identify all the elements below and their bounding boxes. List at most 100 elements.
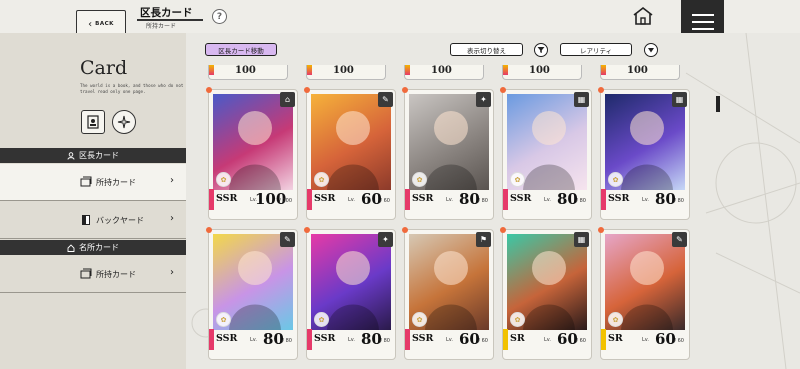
chevron-right-icon: ›	[170, 175, 174, 186]
rarity-strip	[503, 329, 508, 350]
card-max-level: / 60	[380, 198, 390, 204]
category-badge-icon: ▦	[672, 92, 687, 107]
attribute-icon: ✿	[216, 172, 231, 187]
sidebar-title: Card	[80, 57, 128, 79]
card-tile[interactable]: ✿ ✦ SSR Lv. 80/ 80	[402, 87, 494, 220]
card-tile[interactable]: ✿ ✎ SR Lv. 60/ 60	[598, 227, 690, 360]
section-header-landmark-cards: 名所カード	[0, 240, 186, 255]
card-max-level: / 80	[478, 198, 488, 204]
card-tile[interactable]: ✿ ▦ SR Lv. 60/ 60	[500, 227, 592, 360]
category-badge-icon: ✦	[378, 232, 393, 247]
card-tile[interactable]: ✿ ⚑ SSR Lv. 60/ 60	[402, 227, 494, 360]
rarity-strip	[405, 329, 410, 350]
filter-icon[interactable]	[534, 43, 548, 57]
card-level: 60	[557, 330, 578, 348]
card-stack-icon	[80, 176, 92, 187]
view-toggle-button[interactable]: 表示切り替え	[450, 43, 523, 56]
home-icon[interactable]	[632, 6, 654, 26]
card-level: 100	[235, 65, 256, 76]
card-rarity: SSR	[412, 333, 434, 344]
card-stack-icon	[80, 268, 92, 279]
card-rarity: SSR	[314, 193, 336, 204]
sidebar-item-label: 所持カード	[96, 178, 136, 187]
section-label: 名所カード	[79, 243, 119, 252]
rarity-strip	[307, 189, 312, 210]
new-dot	[206, 227, 212, 233]
card-grid-area[interactable]: 区長カード移動 表示切り替え レアリティ 100 100 100 100 100…	[186, 33, 800, 369]
rarity-strip	[307, 65, 312, 75]
sidebar-item-landmark-owned-cards[interactable]: 所持カード ›	[0, 256, 186, 293]
sidebar-item-owned-cards[interactable]: 所持カード ›	[0, 164, 186, 201]
rarity-strip	[307, 329, 312, 350]
back-label: BACK	[95, 21, 114, 27]
card-tile[interactable]: ✿ ▦ SSR Lv. 80/ 80	[598, 87, 690, 220]
chevron-left-icon: ‹	[88, 18, 93, 30]
move-cards-button[interactable]: 区長カード移動	[205, 43, 277, 56]
card-level: 80	[459, 190, 480, 208]
help-icon[interactable]: ?	[212, 9, 227, 24]
new-dot	[304, 227, 310, 233]
card-level: 80	[263, 330, 284, 348]
category-badge-icon: ✎	[378, 92, 393, 107]
level-label: Lv.	[446, 337, 453, 343]
sidebar-item-backyard[interactable]: バックヤード ›	[0, 202, 186, 239]
card-max-level-value: 80	[677, 198, 684, 204]
rarity-strip	[209, 189, 214, 210]
card-tile[interactable]: ✿ ✎ SSR Lv. 80/ 80	[206, 227, 298, 360]
card-holder-icon[interactable]	[81, 110, 105, 134]
card-max-level: / 60	[478, 338, 488, 344]
rarity-sort-select[interactable]: レアリティ	[560, 43, 632, 56]
new-dot	[206, 87, 212, 93]
compass-icon[interactable]	[112, 110, 136, 134]
rarity-strip	[209, 329, 214, 350]
card-max-level-value: 80	[383, 338, 390, 344]
level-label: Lv.	[348, 337, 355, 343]
chevron-right-icon: ›	[170, 267, 174, 278]
new-dot	[598, 227, 604, 233]
card-rarity: SSR	[412, 193, 434, 204]
page-title: 区長カード	[140, 7, 193, 19]
menu-line	[691, 27, 714, 30]
attribute-icon: ✿	[216, 312, 231, 327]
card-rarity: SSR	[216, 193, 238, 204]
new-dot	[402, 87, 408, 93]
new-dot	[402, 227, 408, 233]
card-tile[interactable]: ✿ ⌂ SSR Lv. 100/ 100	[206, 87, 298, 220]
card-partial[interactable]: 100	[306, 65, 386, 80]
card-tile[interactable]: ✿ ✎ SSR Lv. 60/ 60	[304, 87, 396, 220]
section-label: 区長カード	[79, 151, 119, 160]
menu-line	[691, 20, 714, 23]
card-max-level: / 80	[674, 198, 684, 204]
card-tile[interactable]: ✿ ▦ SSR Lv. 80/ 80	[500, 87, 592, 220]
category-badge-icon: ▦	[574, 232, 589, 247]
rarity-strip	[405, 189, 410, 210]
card-level: 100	[431, 65, 452, 76]
rarity-strip	[209, 65, 214, 75]
card-partial[interactable]: 100	[600, 65, 680, 80]
card-tile[interactable]: ✿ ✦ SSR Lv. 80/ 80	[304, 227, 396, 360]
category-badge-icon: ✦	[476, 92, 491, 107]
card-max-level: / 80	[576, 198, 586, 204]
card-artwork: ✿	[311, 94, 391, 190]
card-artwork: ✿	[507, 234, 587, 330]
attribute-icon: ✿	[608, 172, 623, 187]
scroll-indicator[interactable]	[716, 96, 720, 112]
level-label: Lv.	[642, 337, 649, 343]
card-rarity: SR	[608, 333, 623, 344]
attribute-icon: ✿	[412, 172, 427, 187]
sort-order-icon[interactable]	[644, 43, 658, 57]
card-partial[interactable]: 100	[208, 65, 288, 80]
rarity-strip	[503, 65, 508, 75]
card-partial[interactable]: 100	[502, 65, 582, 80]
card-level: 80	[361, 330, 382, 348]
house-icon	[67, 243, 75, 252]
card-artwork: ✿	[409, 94, 489, 190]
rarity-strip	[405, 65, 410, 75]
chevron-right-icon: ›	[170, 213, 174, 224]
card-partial[interactable]: 100	[404, 65, 484, 80]
rarity-strip	[601, 189, 606, 210]
category-badge-icon: ⚑	[476, 232, 491, 247]
card-max-level-value: 60	[579, 338, 586, 344]
card-level: 100	[627, 65, 648, 76]
card-max-level: / 60	[576, 338, 586, 344]
